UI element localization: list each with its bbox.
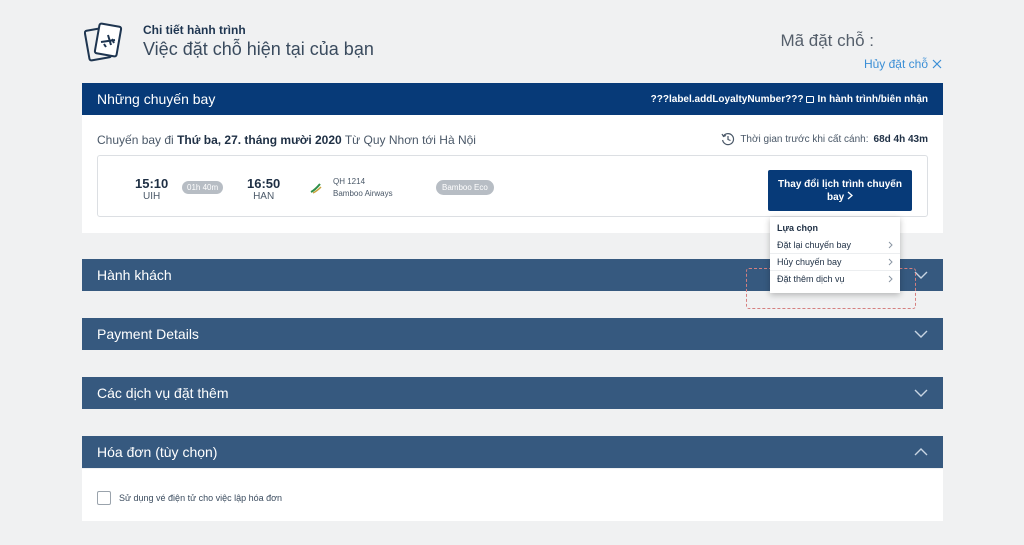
flight-segment-card: 15:10 UIH 01h 40m 16:50 HAN QH 1214 Bamb… (97, 155, 928, 217)
boarding-pass-icon (84, 22, 123, 62)
chevron-down-icon (914, 389, 928, 397)
dropdown-heading: Lựa chọn (777, 223, 819, 233)
flight-number: QH 1214 (333, 177, 366, 186)
cancel-booking-link[interactable]: Hủy đặt chỗ (864, 57, 942, 71)
invoice-section-header[interactable]: Hóa đơn (tùy chọn) (82, 436, 943, 468)
menu-item-label: Đặt lại chuyến bay (777, 240, 852, 250)
airline-name: Bamboo Airways (333, 189, 393, 198)
chevron-right-icon (847, 191, 853, 199)
flights-title: Những chuyến bay (97, 91, 216, 107)
flights-section-header: Những chuyến bay ???label.addLoyaltyNumb… (82, 83, 943, 115)
payment-section-header[interactable]: Payment Details (82, 318, 943, 350)
arrival: 16:50 HAN (247, 176, 280, 202)
route-prefix: Chuyến bay đi (97, 133, 174, 147)
chevron-down-icon (914, 271, 928, 279)
chevron-up-icon (914, 448, 928, 456)
use-eticket-invoice-label: Sử dụng vé điện tử cho việc lập hóa đơn (119, 493, 283, 503)
menu-item-add-services[interactable]: Đặt thêm dịch vụ (770, 270, 900, 287)
booking-code-label: Mã đặt chỗ : (780, 31, 874, 50)
time-before-departure: Thời gian trước khi cất cánh: 68d 4h 43m (721, 132, 928, 146)
chevron-right-icon (888, 241, 893, 249)
departure-time: 15:10 (135, 176, 169, 191)
use-eticket-invoice-checkbox[interactable] (97, 491, 111, 505)
change-options-dropdown: Lựa chọn Đặt lại chuyến bay Hủy chuyến b… (770, 217, 900, 293)
payment-title: Payment Details (97, 326, 199, 342)
departure-code: UIH (143, 191, 161, 202)
invoice-panel: Sử dụng vé điện tử cho việc lập hóa đơn (82, 469, 943, 521)
change-itinerary-label: Thay đổi lịch trình chuyến bay (778, 178, 902, 203)
arrival-time: 16:50 (247, 176, 281, 191)
flight-panel: Chuyến bay đi Thứ ba, 27. tháng mười 202… (82, 115, 943, 233)
cancel-booking-label: Hủy đặt chỗ (863, 57, 928, 71)
print-itinerary-link[interactable]: In hành trình/biên nhận (817, 94, 928, 105)
extras-section-header[interactable]: Các dịch vụ đặt thêm (82, 377, 943, 409)
print-icon (806, 95, 815, 103)
page-subtitle: Chi tiết hành trình (143, 23, 246, 37)
time-before-value: 68d 4h 43m (873, 133, 928, 145)
menu-item-label: Hủy chuyến bay (777, 257, 842, 267)
passengers-title: Hành khách (97, 267, 172, 283)
duration-badge: 01h 40m (182, 181, 224, 194)
clock-history-icon (721, 133, 735, 146)
close-icon (932, 59, 942, 69)
arrival-code: HAN (253, 191, 275, 202)
menu-item-label: Đặt thêm dịch vụ (777, 274, 845, 284)
invoice-title: Hóa đơn (tùy chọn) (97, 444, 218, 460)
extras-title: Các dịch vụ đặt thêm (97, 385, 229, 401)
page-title: Việc đặt chỗ hiện tại của bạn (143, 39, 374, 59)
bamboo-airways-logo-icon (310, 183, 322, 194)
chevron-down-icon (914, 330, 928, 338)
menu-item-cancel-flight[interactable]: Hủy chuyến bay (770, 253, 900, 270)
menu-item-rebook-flight[interactable]: Đặt lại chuyến bay (770, 237, 900, 253)
change-itinerary-button[interactable]: Thay đổi lịch trình chuyến bay (768, 170, 912, 211)
route-line: Chuyến bay đi Thứ ba, 27. tháng mười 202… (97, 133, 476, 147)
add-loyalty-link[interactable]: ???label.addLoyaltyNumber??? (651, 94, 804, 105)
chevron-right-icon (888, 258, 893, 266)
fare-badge: Bamboo Eco (436, 180, 494, 195)
route-date: Thứ ba, 27. tháng mười 2020 (177, 133, 342, 147)
departure: 15:10 UIH (135, 176, 168, 202)
route-cities: Từ Quy Nhơn tới Hà Nội (344, 133, 476, 147)
time-before-label: Thời gian trước khi cất cánh: (740, 133, 869, 145)
chevron-right-icon (888, 275, 893, 283)
